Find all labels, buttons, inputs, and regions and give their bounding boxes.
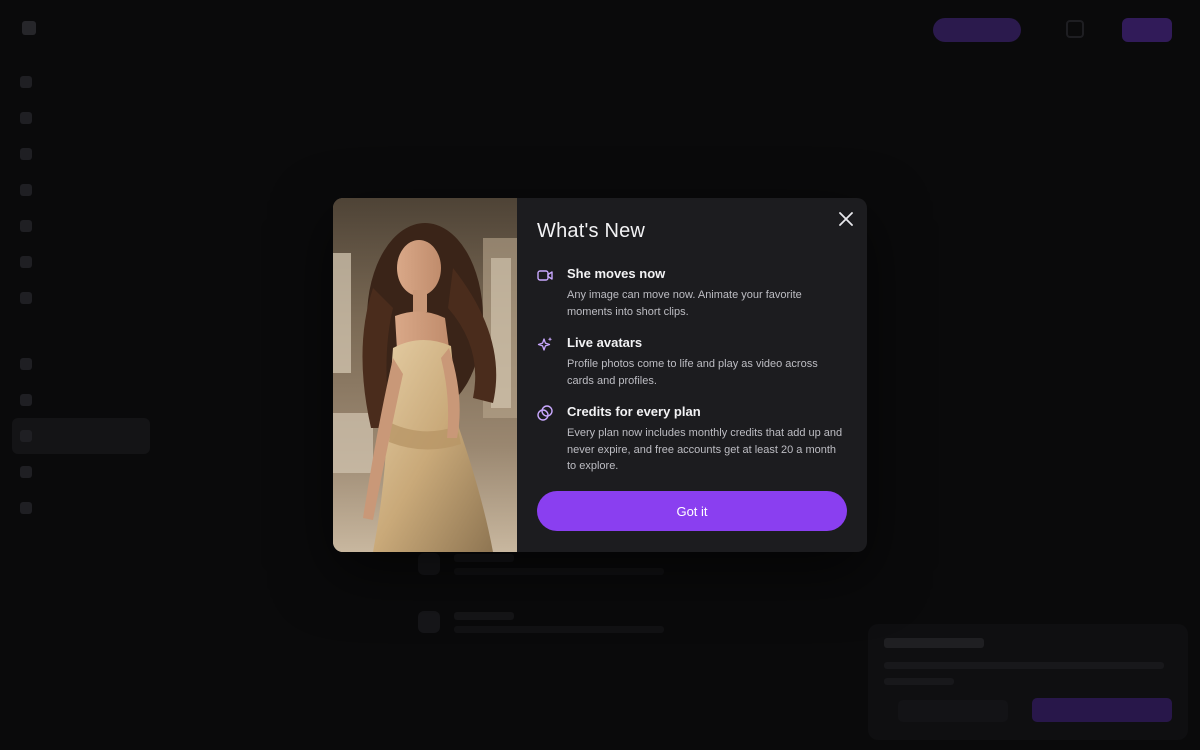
sidebar-icon: [20, 358, 32, 370]
upgrade-pill: [933, 18, 1021, 42]
top-bar: [0, 0, 1200, 60]
sidebar-item: [12, 172, 150, 208]
feature-title: Live avatars: [567, 335, 643, 350]
app-logo: [22, 18, 36, 38]
feature-title: She moves now: [567, 266, 666, 281]
logo-mark-icon: [22, 21, 36, 35]
got-it-button[interactable]: Got it: [537, 491, 847, 531]
sidebar-item: [12, 454, 150, 490]
sidebar-icon: [20, 292, 32, 304]
modal-title: What's New: [537, 220, 646, 242]
feature-she-moves-now: She moves now Any image can move now. An…: [537, 266, 847, 320]
modal-content: What's New She moves now Any image can m…: [517, 198, 867, 552]
sidebar-icon: [20, 394, 32, 406]
feature-live-avatars: Live avatars Profile photos come to life…: [537, 335, 847, 389]
cookie-accept-button: [1032, 698, 1172, 722]
sidebar-icon: [20, 256, 32, 268]
feature-description: Profile photos come to life and play as …: [567, 358, 818, 387]
sidebar-icon: [20, 76, 32, 88]
sparkles-icon: [537, 337, 553, 351]
sidebar-icon: [20, 466, 32, 478]
close-icon: [839, 212, 853, 226]
sidebar-icon: [20, 502, 32, 514]
sidebar-item: [12, 136, 150, 172]
feature-description: Every plan now includes monthly credits …: [567, 427, 843, 472]
close-button[interactable]: [835, 208, 857, 230]
sidebar-item: [12, 490, 150, 526]
coins-icon: [537, 405, 553, 421]
row-icon: [418, 553, 440, 575]
sidebar-icon: [20, 220, 32, 232]
modal-hero-image: [333, 198, 517, 552]
background-list-row: [418, 602, 718, 642]
sidebar: [0, 64, 160, 526]
sidebar-item: [12, 100, 150, 136]
sidebar-item: [12, 244, 150, 280]
feature-title: Credits for every plan: [567, 404, 701, 419]
cookie-banner: [868, 624, 1188, 740]
sidebar-item: [12, 346, 150, 382]
top-action-button: [1122, 18, 1172, 42]
sidebar-icon: [20, 112, 32, 124]
feature-credits-every-plan: Credits for every plan Every plan now in…: [537, 404, 847, 475]
feature-description: Any image can move now. Animate your fav…: [567, 289, 802, 318]
sidebar-icon: [20, 148, 32, 160]
sidebar-item: [12, 280, 150, 316]
sidebar-icon: [20, 430, 32, 442]
sidebar-item: [12, 382, 150, 418]
row-icon: [418, 611, 440, 633]
woman-in-satin-dress-photo: [333, 198, 517, 552]
sidebar-item: [12, 64, 150, 100]
sidebar-item: [12, 208, 150, 244]
video-camera-icon: [537, 270, 553, 281]
sidebar-icon: [20, 184, 32, 196]
bell-icon: [1066, 20, 1084, 38]
cookie-manage-button: [898, 700, 1008, 722]
whats-new-modal: What's New She moves now Any image can m…: [333, 198, 867, 552]
sidebar-item-active: [12, 418, 150, 454]
